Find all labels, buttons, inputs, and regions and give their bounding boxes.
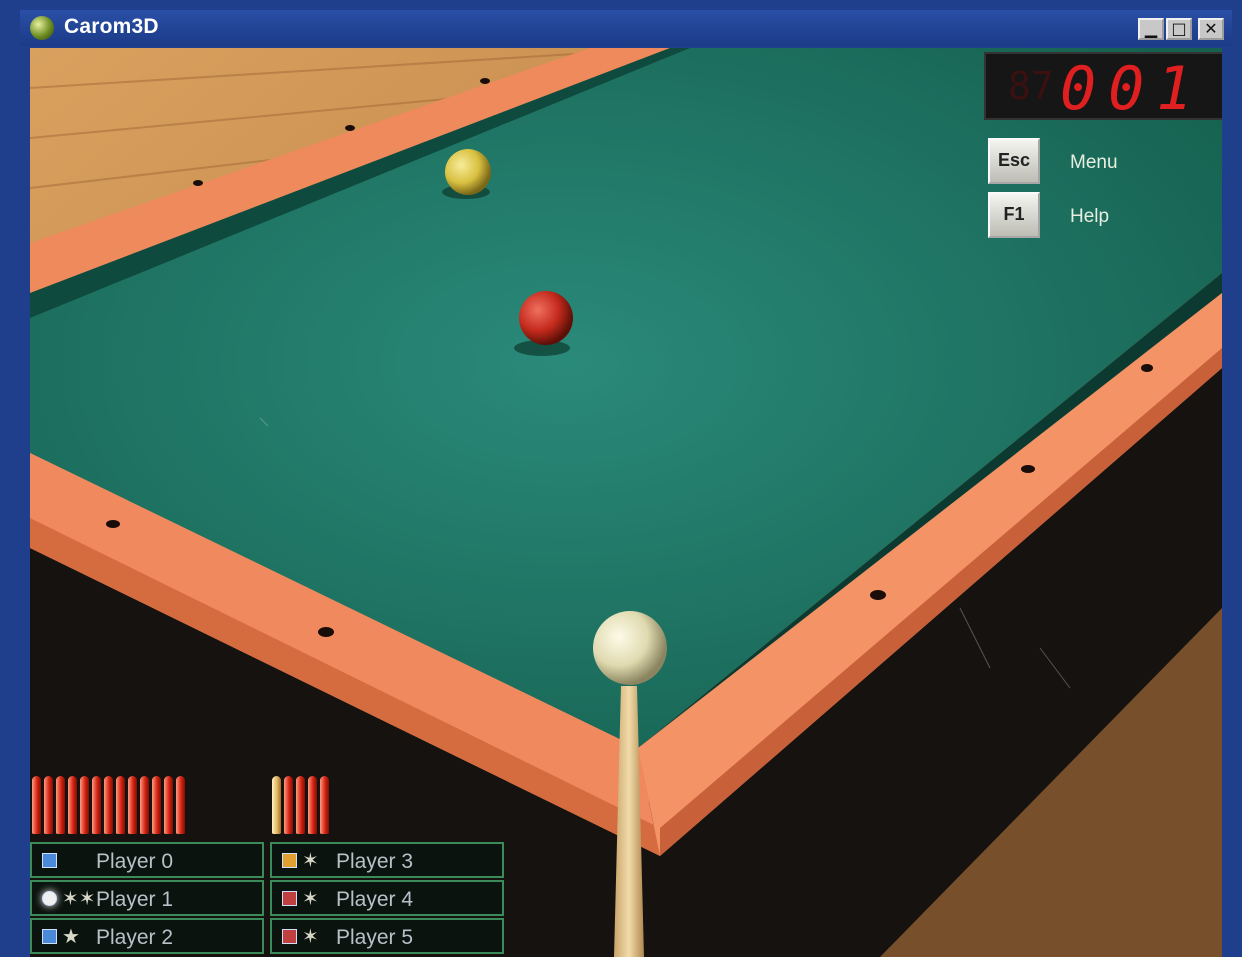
shot-pin (308, 776, 317, 834)
shot-pin (140, 776, 149, 834)
game-viewport[interactable]: 87 001 Esc Menu F1 Help Player 0 ✶✶ Play… (30, 48, 1222, 957)
player-name: Player 5 (336, 926, 414, 949)
title-bar[interactable]: Carom3D ▁ □ ✕ (20, 10, 1232, 46)
active-player-icon (42, 891, 57, 906)
player-rank-icon: ✶ (302, 924, 319, 948)
player-rank-icon: ✶✶ (62, 886, 96, 910)
shot-pin (92, 776, 101, 834)
help-label: Help (1070, 206, 1110, 227)
esc-key-button[interactable]: Esc (988, 138, 1040, 184)
player-name: Player 4 (336, 888, 414, 911)
player-slot-1[interactable]: ✶✶ Player 1 (30, 880, 264, 916)
player-name: Player 2 (96, 926, 174, 949)
shot-pin (104, 776, 113, 834)
player-rank-icon: ✶ (302, 886, 319, 910)
player-status-icon (282, 853, 297, 868)
shots-remaining-group-right (270, 776, 340, 836)
shot-pin (128, 776, 137, 834)
f1-key-button[interactable]: F1 (988, 192, 1040, 238)
shot-pin (164, 776, 173, 834)
score-display: 87 001 (984, 52, 1222, 124)
shot-pin (320, 776, 329, 834)
yellow-ball (445, 149, 491, 195)
player-status-icon (42, 853, 57, 868)
shots-remaining-group-left (30, 776, 190, 836)
score-small-digits: 87 (1008, 64, 1054, 108)
player-slot-3[interactable]: ✶ Player 3 (270, 842, 504, 878)
shot-pin (176, 776, 185, 834)
shot-pin (116, 776, 125, 834)
player-status-icon (282, 891, 297, 906)
player-status-icon (42, 929, 57, 944)
player-status-icon (282, 929, 297, 944)
minimize-button[interactable]: ▁ (1138, 18, 1164, 40)
score-digits: 001 (1060, 54, 1205, 124)
player-slot-4[interactable]: ✶ Player 4 (270, 880, 504, 916)
shot-pin (32, 776, 41, 834)
player-name: Player 3 (336, 850, 414, 873)
game-window: Carom3D ▁ □ ✕ 87 001 Esc Menu F1 Help Pl… (20, 10, 1232, 957)
shot-pin (152, 776, 161, 834)
player-slot-0[interactable]: Player 0 (30, 842, 264, 878)
player-name: Player 1 (96, 888, 174, 911)
player-list: Player 0 ✶✶ Player 1 ★ Player 2 ✶ Player… (30, 842, 510, 957)
player-name: Player 0 (96, 850, 174, 873)
shot-pin (80, 776, 89, 834)
window-title: Carom3D (64, 15, 159, 38)
shot-pin (296, 776, 305, 834)
red-ball (519, 291, 573, 345)
player-rank-icon: ✶ (302, 848, 319, 872)
shot-pin (284, 776, 293, 834)
shot-pin (68, 776, 77, 834)
cue-ball (593, 611, 667, 685)
shot-pin (56, 776, 65, 834)
table-scene (30, 48, 1222, 957)
player-slot-2[interactable]: ★ Player 2 (30, 918, 264, 954)
app-ball-icon (30, 16, 54, 40)
close-button[interactable]: ✕ (1198, 18, 1224, 40)
shot-pin (44, 776, 53, 834)
player-rank-icon: ★ (62, 924, 80, 948)
shot-pin (272, 776, 281, 834)
player-slot-5[interactable]: ✶ Player 5 (270, 918, 504, 954)
menu-label: Menu (1070, 152, 1118, 173)
maximize-button[interactable]: □ (1166, 18, 1192, 40)
